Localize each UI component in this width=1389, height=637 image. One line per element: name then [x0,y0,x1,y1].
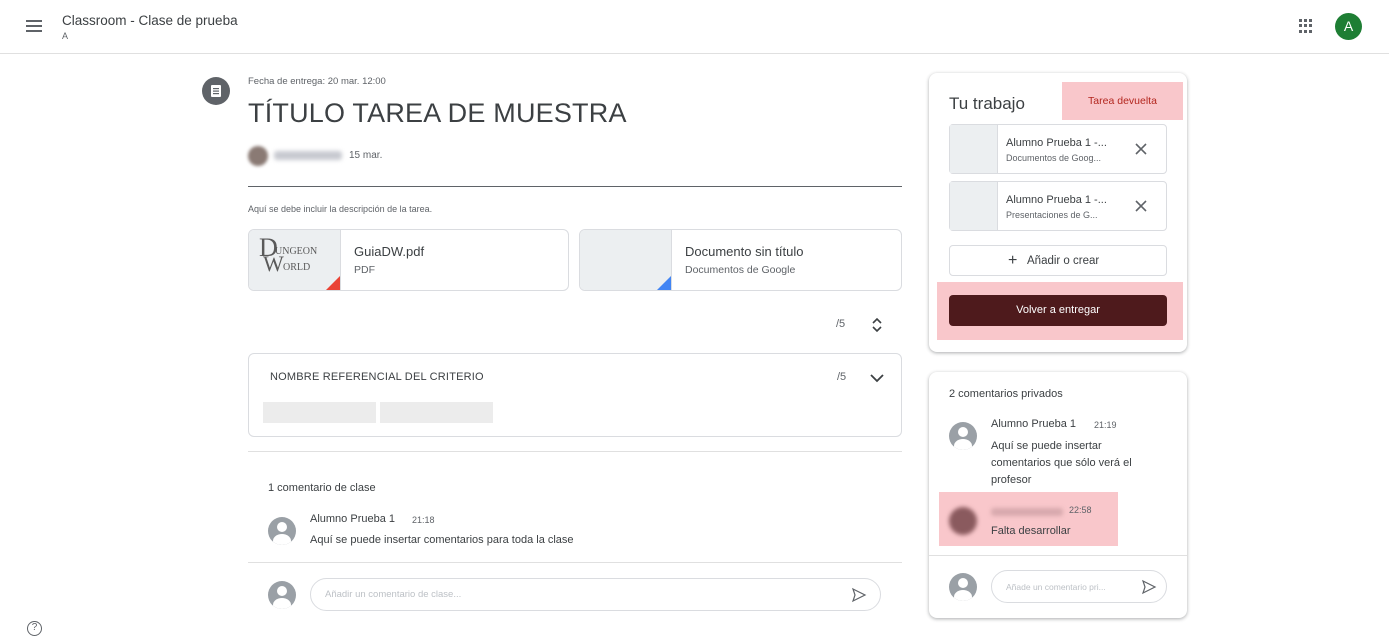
doc-thumbnail [580,230,672,290]
plus-icon: + [1008,252,1018,269]
comment-author: Alumno Prueba 1 [991,418,1076,430]
avatar [949,422,977,450]
class-comments-count: 1 comentario de clase [268,482,376,494]
status-label: Tarea devuelta [1088,95,1157,107]
docs-type-icon [657,276,671,290]
file-thumbnail [950,182,998,230]
input-placeholder: Añade un comentario pri... [1006,582,1106,592]
rubric-level-placeholder [380,402,493,423]
teacher-avatar [949,507,977,535]
class-section: A [62,31,69,41]
send-icon[interactable] [1141,579,1157,600]
rubric-level-placeholder [263,402,376,423]
class-comment-input[interactable]: Añadir un comentario de clase... [310,578,881,611]
google-apps-icon[interactable] [1299,19,1313,33]
close-icon[interactable] [1134,199,1148,213]
resubmit-label: Volver a entregar [1016,304,1100,316]
add-or-create-label: Añadir o crear [1027,255,1100,267]
pdf-thumbnail: D UNGEON W ORLD [249,230,341,290]
class-title[interactable]: Classroom - Clase de prueba [62,13,238,28]
assignment-points: /5 [836,318,846,330]
divider [929,555,1187,556]
help-icon[interactable]: ? [27,621,42,636]
attachment-name: Documento sin título [685,244,804,259]
pdf-type-icon [326,276,340,290]
teacher-name-blurred [991,508,1063,516]
avatar [949,573,977,601]
submitted-file[interactable]: Alumno Prueba 1 -... Documentos de Goog.… [949,124,1167,174]
your-work-title: Tu trabajo [949,94,1025,113]
avatar [268,517,296,545]
attachment-name: GuiaDW.pdf [354,244,425,259]
assignment-title: TÍTULO TAREA DE MUESTRA [248,98,627,128]
attachment-doc[interactable]: Documento sin título Documentos de Googl… [579,229,902,291]
attachment-type: PDF [354,264,375,276]
input-placeholder: Añadir un comentario de clase... [325,589,462,600]
rubric-criterion[interactable]: NOMBRE REFERENCIAL DEL CRITERIO /5 [248,353,902,437]
send-icon[interactable] [851,587,867,608]
status-badge: Tarea devuelta [1062,82,1183,120]
top-app-bar: Classroom - Clase de prueba A A [0,0,1389,54]
file-name: Alumno Prueba 1 -... [1006,137,1107,149]
file-name: Alumno Prueba 1 -... [1006,194,1107,206]
comment-time: 21:18 [412,515,435,525]
add-or-create-button[interactable]: + Añadir o crear [949,245,1167,276]
account-avatar[interactable]: A [1335,13,1362,40]
file-thumbnail [950,125,998,173]
assignment-icon [202,77,230,105]
expand-collapse-icon[interactable] [870,315,884,335]
criterion-points: /5 [837,371,847,383]
private-comments-card: 2 comentarios privados Alumno Prueba 1 2… [929,372,1187,618]
resubmit-button[interactable]: Volver a entregar [949,295,1167,326]
your-work-card: Tarea devuelta Tu trabajo Alumno Prueba … [929,73,1187,352]
criterion-title: NOMBRE REFERENCIAL DEL CRITERIO [270,371,484,383]
teacher-name-blurred [274,151,342,160]
submitted-file[interactable]: Alumno Prueba 1 -... Presentaciones de G… [949,181,1167,231]
comment-text: Falta desarrollar [991,525,1071,537]
post-date: 15 mar. [349,150,383,161]
file-type: Documentos de Goog... [1006,153,1102,163]
private-comments-count: 2 comentarios privados [949,388,1063,400]
divider [248,451,902,452]
attachment-type: Documentos de Google [685,264,796,276]
comment-text: Aquí se puede insertar comentarios que s… [991,440,1132,486]
assignment-description: Aquí se debe incluir la descripción de l… [248,204,433,214]
comment-text: Aquí se puede insertar comentarios para … [310,534,574,546]
avatar [268,581,296,609]
due-date: Fecha de entrega: 20 mar. 12:00 [248,76,386,87]
attachment-pdf[interactable]: D UNGEON W ORLD GuiaDW.pdf PDF [248,229,569,291]
hamburger-menu-icon[interactable] [26,20,42,32]
comment-time: 21:19 [1094,420,1117,430]
close-icon[interactable] [1134,142,1148,156]
comment-time: 22:58 [1069,505,1092,515]
divider [248,562,902,563]
chevron-down-icon[interactable] [869,371,885,389]
comment-author: Alumno Prueba 1 [310,513,395,525]
file-type: Presentaciones de G... [1006,210,1098,220]
teacher-avatar [248,146,268,166]
divider [248,186,902,187]
private-comment-input[interactable]: Añade un comentario pri... [991,570,1167,603]
